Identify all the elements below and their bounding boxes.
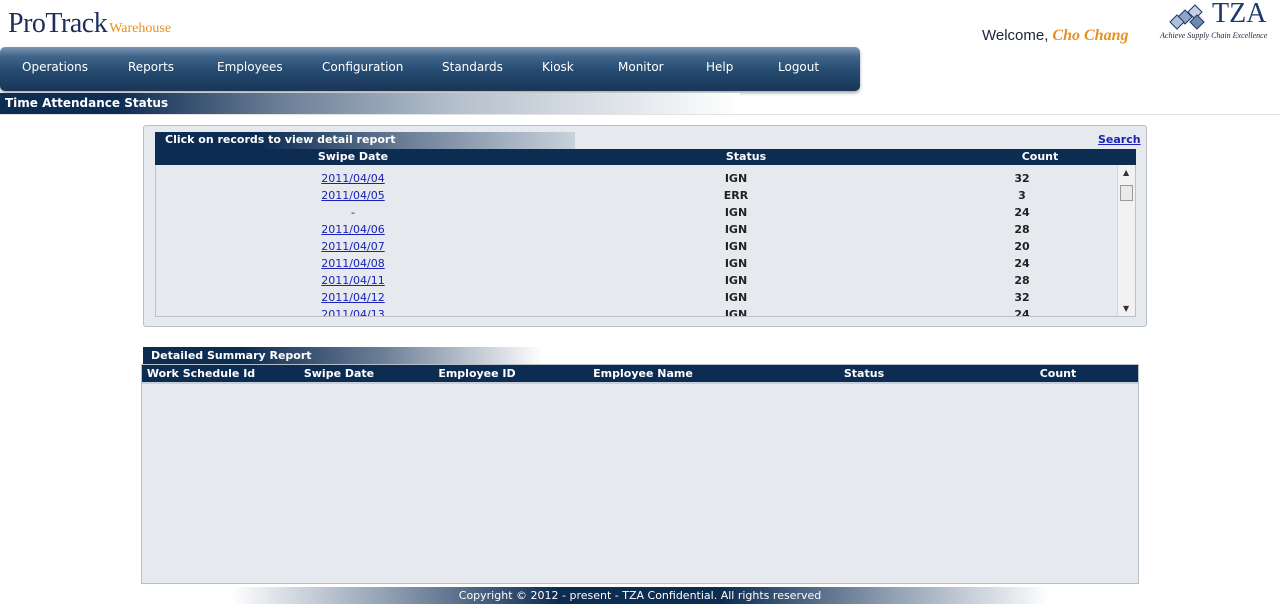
column-header-employee-id[interactable]: Employee ID xyxy=(438,367,515,380)
records-panel-title: Click on records to view detail report xyxy=(165,133,396,146)
records-panel: Click on records to view detail report S… xyxy=(143,125,1147,327)
swipe-date-link[interactable]: 2011/04/07 xyxy=(321,240,384,253)
header-divider xyxy=(0,114,1280,115)
scrollbar-thumb[interactable] xyxy=(1120,185,1133,201)
summary-title: Detailed Summary Report xyxy=(151,349,312,362)
table-row[interactable]: 2011/04/06 IGN 28 xyxy=(156,221,1116,238)
table-row[interactable]: 2011/04/12 IGN 32 xyxy=(156,289,1116,306)
column-header-status[interactable]: Status xyxy=(726,150,766,163)
summary-table-header: Work Schedule Id Swipe Date Employee ID … xyxy=(142,365,1138,384)
table-row[interactable]: 2011/04/05 ERR 3 xyxy=(156,187,1116,204)
table-row[interactable]: 2011/04/04 IGN 32 xyxy=(156,170,1116,187)
nav-operations[interactable]: Operations xyxy=(22,60,88,74)
app-logo: ProTrack Warehouse xyxy=(8,8,171,40)
swipe-date-cell: - xyxy=(351,206,355,219)
column-header-status[interactable]: Status xyxy=(844,367,884,380)
records-scrollbar[interactable]: ▲ ▼ xyxy=(1117,165,1135,316)
main-nav: Operations Reports Employees Configurati… xyxy=(0,47,860,91)
search-link[interactable]: Search xyxy=(1098,133,1141,146)
records-table-body: 2011/04/04 IGN 32 2011/04/05 ERR 3 - IGN… xyxy=(155,165,1136,317)
column-header-count[interactable]: Count xyxy=(1022,150,1059,163)
count-cell: 28 xyxy=(1014,223,1030,236)
column-header-work-schedule-id[interactable]: Work Schedule Id xyxy=(147,367,255,380)
status-cell: IGN xyxy=(724,274,748,287)
count-cell: 3 xyxy=(1018,189,1026,202)
column-header-employee-name[interactable]: Employee Name xyxy=(593,367,693,380)
swipe-date-link[interactable]: 2011/04/13 xyxy=(321,308,384,316)
brand-name: ProTrack xyxy=(8,8,108,39)
status-cell: IGN xyxy=(724,257,748,270)
count-cell: 32 xyxy=(1014,291,1030,304)
records-panel-title-bar: Click on records to view detail report xyxy=(155,132,575,149)
swipe-date-link[interactable]: 2011/04/04 xyxy=(321,172,384,185)
scroll-down-icon[interactable]: ▼ xyxy=(1123,304,1129,313)
page-title: Time Attendance Status xyxy=(5,96,169,110)
nav-standards[interactable]: Standards xyxy=(442,60,503,74)
count-cell: 28 xyxy=(1014,274,1030,287)
summary-panel: Work Schedule Id Swipe Date Employee ID … xyxy=(141,364,1139,584)
user-name: Cho Chang xyxy=(1052,27,1129,44)
brand-sub: Warehouse xyxy=(109,21,172,36)
nav-monitor[interactable]: Monitor xyxy=(618,60,664,74)
welcome-prefix: Welcome, xyxy=(982,27,1049,44)
copyright-text: Copyright © 2012 - present - TZA Confide… xyxy=(458,589,822,602)
status-cell: IGN xyxy=(724,206,748,219)
company-logo: TZA Achieve Supply Chain Excellence xyxy=(1160,0,1280,42)
nav-configuration[interactable]: Configuration xyxy=(322,60,403,74)
nav-help[interactable]: Help xyxy=(706,60,733,74)
nav-logout[interactable]: Logout xyxy=(778,60,819,74)
swipe-date-link[interactable]: 2011/04/08 xyxy=(321,257,384,270)
table-row[interactable]: 2011/04/13 IGN 24 xyxy=(156,306,1116,317)
scroll-up-icon[interactable]: ▲ xyxy=(1123,168,1129,177)
count-cell: 24 xyxy=(1014,257,1030,270)
page-title-bar: Time Attendance Status xyxy=(0,93,740,114)
swipe-date-link[interactable]: 2011/04/05 xyxy=(321,189,384,202)
nav-employees[interactable]: Employees xyxy=(217,60,283,74)
footer-bar: Copyright © 2012 - present - TZA Confide… xyxy=(230,587,1050,604)
status-cell: IGN xyxy=(724,172,748,185)
status-cell: IGN xyxy=(724,240,748,253)
count-cell: 20 xyxy=(1014,240,1030,253)
company-name: TZA xyxy=(1212,0,1267,29)
status-cell: IGN xyxy=(724,308,748,317)
company-tagline: Achieve Supply Chain Excellence xyxy=(1160,31,1268,40)
status-cell: ERR xyxy=(723,189,749,202)
welcome-message: Welcome, Cho Chang xyxy=(982,27,1128,45)
status-cell: IGN xyxy=(724,291,748,304)
table-row[interactable]: 2011/04/07 IGN 20 xyxy=(156,238,1116,255)
table-row[interactable]: - IGN 24 xyxy=(156,204,1116,221)
column-header-swipe-date[interactable]: Swipe Date xyxy=(304,367,374,380)
nav-reports[interactable]: Reports xyxy=(128,60,174,74)
column-header-count[interactable]: Count xyxy=(1040,367,1077,380)
table-row[interactable]: 2011/04/08 IGN 24 xyxy=(156,255,1116,272)
table-row[interactable]: 2011/04/11 IGN 28 xyxy=(156,272,1116,289)
swipe-date-link[interactable]: 2011/04/12 xyxy=(321,291,384,304)
nav-kiosk[interactable]: Kiosk xyxy=(542,60,574,74)
count-cell: 24 xyxy=(1014,206,1030,219)
records-table-header: Swipe Date Status Count xyxy=(155,149,1136,165)
column-header-swipe-date[interactable]: Swipe Date xyxy=(318,150,388,163)
swipe-date-link[interactable]: 2011/04/11 xyxy=(321,274,384,287)
swipe-date-link[interactable]: 2011/04/06 xyxy=(321,223,384,236)
summary-title-bar: Detailed Summary Report xyxy=(143,347,543,364)
count-cell: 32 xyxy=(1014,172,1030,185)
count-cell: 24 xyxy=(1014,308,1030,317)
status-cell: IGN xyxy=(724,223,748,236)
diamond-logo-icon xyxy=(1169,4,1205,30)
